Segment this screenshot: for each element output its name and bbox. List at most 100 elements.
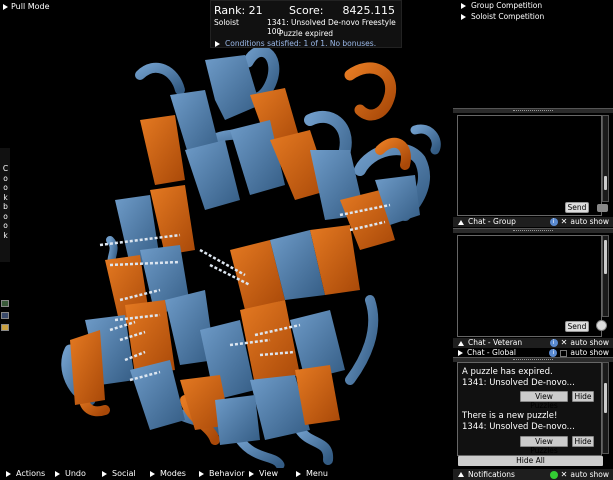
note-icon[interactable]: [1, 324, 9, 331]
recipe-icon[interactable]: [1, 300, 9, 307]
soloist-competition-toggle[interactable]: Soloist Competition: [461, 12, 544, 21]
conditions-toggle[interactable]: Conditions satisfied: 1 of 1. No bonuses…: [215, 39, 376, 48]
notification-puzzle: 1341: Unsolved De-novo...: [462, 377, 575, 388]
camera-icon[interactable]: [597, 204, 608, 212]
notification-puzzle: 1344: Unsolved De-novo...: [462, 421, 575, 432]
view-puzzles-button[interactable]: View Puzzles: [520, 391, 568, 410]
mode-text: Soloist: [214, 18, 239, 27]
soloist-competition-label: Soloist Competition: [471, 12, 545, 21]
conditions-text: Conditions satisfied: 1 of 1. No bonuses…: [225, 39, 377, 48]
triangle-right-icon: [6, 470, 11, 477]
menu-menu-label: Menu: [306, 469, 328, 478]
notifications-toggle[interactable]: Notifications: [458, 469, 515, 480]
chat-group-scrollbar[interactable]: [602, 115, 609, 202]
pull-mode-label: Pull Mode: [11, 2, 50, 11]
protein-render: [61, 45, 441, 468]
info-icon[interactable]: i: [549, 349, 558, 357]
notifications-list: A puzzle has expired. 1341: Unsolved De-…: [457, 362, 602, 456]
triangle-right-icon: [458, 350, 463, 356]
score-value: 8425.115: [342, 4, 396, 17]
info-icon[interactable]: i: [549, 218, 558, 226]
group-competition-label: Group Competition: [471, 1, 543, 10]
menu-undo[interactable]: Undo: [55, 469, 86, 478]
menu-behavior[interactable]: Behavior: [199, 469, 245, 478]
hide-notification-button[interactable]: Hide: [572, 391, 594, 402]
close-icon: ✕: [560, 217, 568, 226]
menu-menu[interactable]: Menu: [296, 469, 328, 478]
view-puzzles-button[interactable]: View Puzzles: [520, 436, 568, 455]
checkbox-icon: [560, 349, 568, 357]
score-label: Score:: [289, 4, 324, 17]
menu-view-label: View: [259, 469, 278, 478]
pull-mode-toggle[interactable]: Pull Mode: [3, 2, 50, 11]
close-icon: ✕: [560, 470, 568, 479]
cookbook-letter: o: [3, 211, 8, 221]
panel-resize-handle[interactable]: [453, 228, 613, 233]
triangle-right-icon: [249, 470, 254, 477]
close-icon: ✕: [560, 338, 568, 347]
status-icon: [549, 470, 558, 479]
triangle-right-icon: [3, 3, 8, 10]
cookbook-letter: k: [3, 192, 8, 202]
chat-veteran-title: Chat - Veteran: [468, 338, 523, 347]
cookbook-letter: k: [3, 230, 8, 240]
auto-show-label: auto show: [570, 470, 609, 479]
hide-notification-button[interactable]: Hide: [572, 436, 594, 447]
chat-veteran-footer: Chat - Veteran i ✕ auto show: [453, 338, 613, 348]
notifications-footer: Notifications ✕ auto show: [453, 469, 613, 480]
notification-item: A puzzle has expired. 1341: Unsolved De-…: [462, 367, 575, 388]
chat-veteran-auto-show[interactable]: i ✕ auto show: [549, 338, 609, 348]
info-icon[interactable]: i: [549, 339, 558, 347]
notification-text: A puzzle has expired.: [462, 367, 553, 377]
protein-viewport[interactable]: [10, 0, 453, 468]
group-competition-toggle[interactable]: Group Competition: [461, 1, 542, 10]
chat-group-log: [457, 115, 602, 216]
menu-social-label: Social: [112, 469, 136, 478]
triangle-right-icon: [199, 470, 204, 477]
triangle-right-icon: [461, 13, 466, 20]
chat-group-send-button[interactable]: Send: [565, 202, 589, 213]
cookbook-letter: C: [2, 164, 9, 173]
triangle-up-icon: [458, 472, 464, 477]
menu-undo-label: Undo: [65, 469, 86, 478]
cookbook-letter: b: [3, 202, 8, 211]
triangle-right-icon: [150, 470, 155, 477]
notifications-auto-show[interactable]: ✕ auto show: [549, 469, 609, 480]
triangle-up-icon: [458, 340, 464, 346]
auto-show-label: auto show: [570, 217, 609, 226]
menu-actions[interactable]: Actions: [6, 469, 45, 478]
script-icon[interactable]: [1, 312, 9, 319]
chat-group-toggle[interactable]: Chat - Group: [458, 217, 516, 227]
rank-text: Rank: 21: [214, 4, 263, 17]
notification-item: There is a new puzzle! 1344: Unsolved De…: [462, 411, 575, 432]
triangle-right-icon: [102, 470, 107, 477]
notifications-scrollbar[interactable]: [602, 362, 609, 454]
bottom-menu-bar: Actions Undo Social Modes Behavior View …: [0, 468, 453, 480]
cookbook-letter: o: [3, 183, 8, 192]
cookbook-label[interactable]: C o o k b o o k: [2, 164, 9, 240]
cookbook-letter: o: [3, 221, 8, 230]
menu-view[interactable]: View: [249, 469, 278, 478]
notifications-title: Notifications: [468, 470, 515, 479]
cookbook-letter: o: [3, 173, 8, 183]
chat-group-auto-show[interactable]: i ✕ auto show: [549, 217, 609, 227]
menu-behavior-label: Behavior: [209, 469, 245, 478]
menu-modes-label: Modes: [160, 469, 186, 478]
menu-social[interactable]: Social: [102, 469, 136, 478]
auto-show-label: auto show: [570, 338, 609, 347]
chat-group-footer: Chat - Group i ✕ auto show: [453, 217, 613, 227]
triangle-right-icon: [296, 470, 301, 477]
triangle-up-icon: [458, 219, 464, 225]
panel-resize-handle[interactable]: [453, 108, 613, 113]
hide-all-button[interactable]: Hide All: [458, 456, 603, 466]
puzzle-status: Puzzle expired: [278, 29, 334, 38]
chat-veteran-scrollbar[interactable]: [602, 235, 609, 317]
triangle-right-icon: [461, 2, 466, 9]
menu-modes[interactable]: Modes: [150, 469, 186, 478]
chat-veteran-send-button[interactable]: Send: [565, 321, 589, 332]
chat-group-title: Chat - Group: [468, 217, 516, 226]
triangle-right-icon: [215, 40, 220, 47]
triangle-right-icon: [55, 470, 60, 477]
clock-icon[interactable]: [596, 320, 607, 331]
chat-veteran-toggle[interactable]: Chat - Veteran: [458, 338, 522, 348]
